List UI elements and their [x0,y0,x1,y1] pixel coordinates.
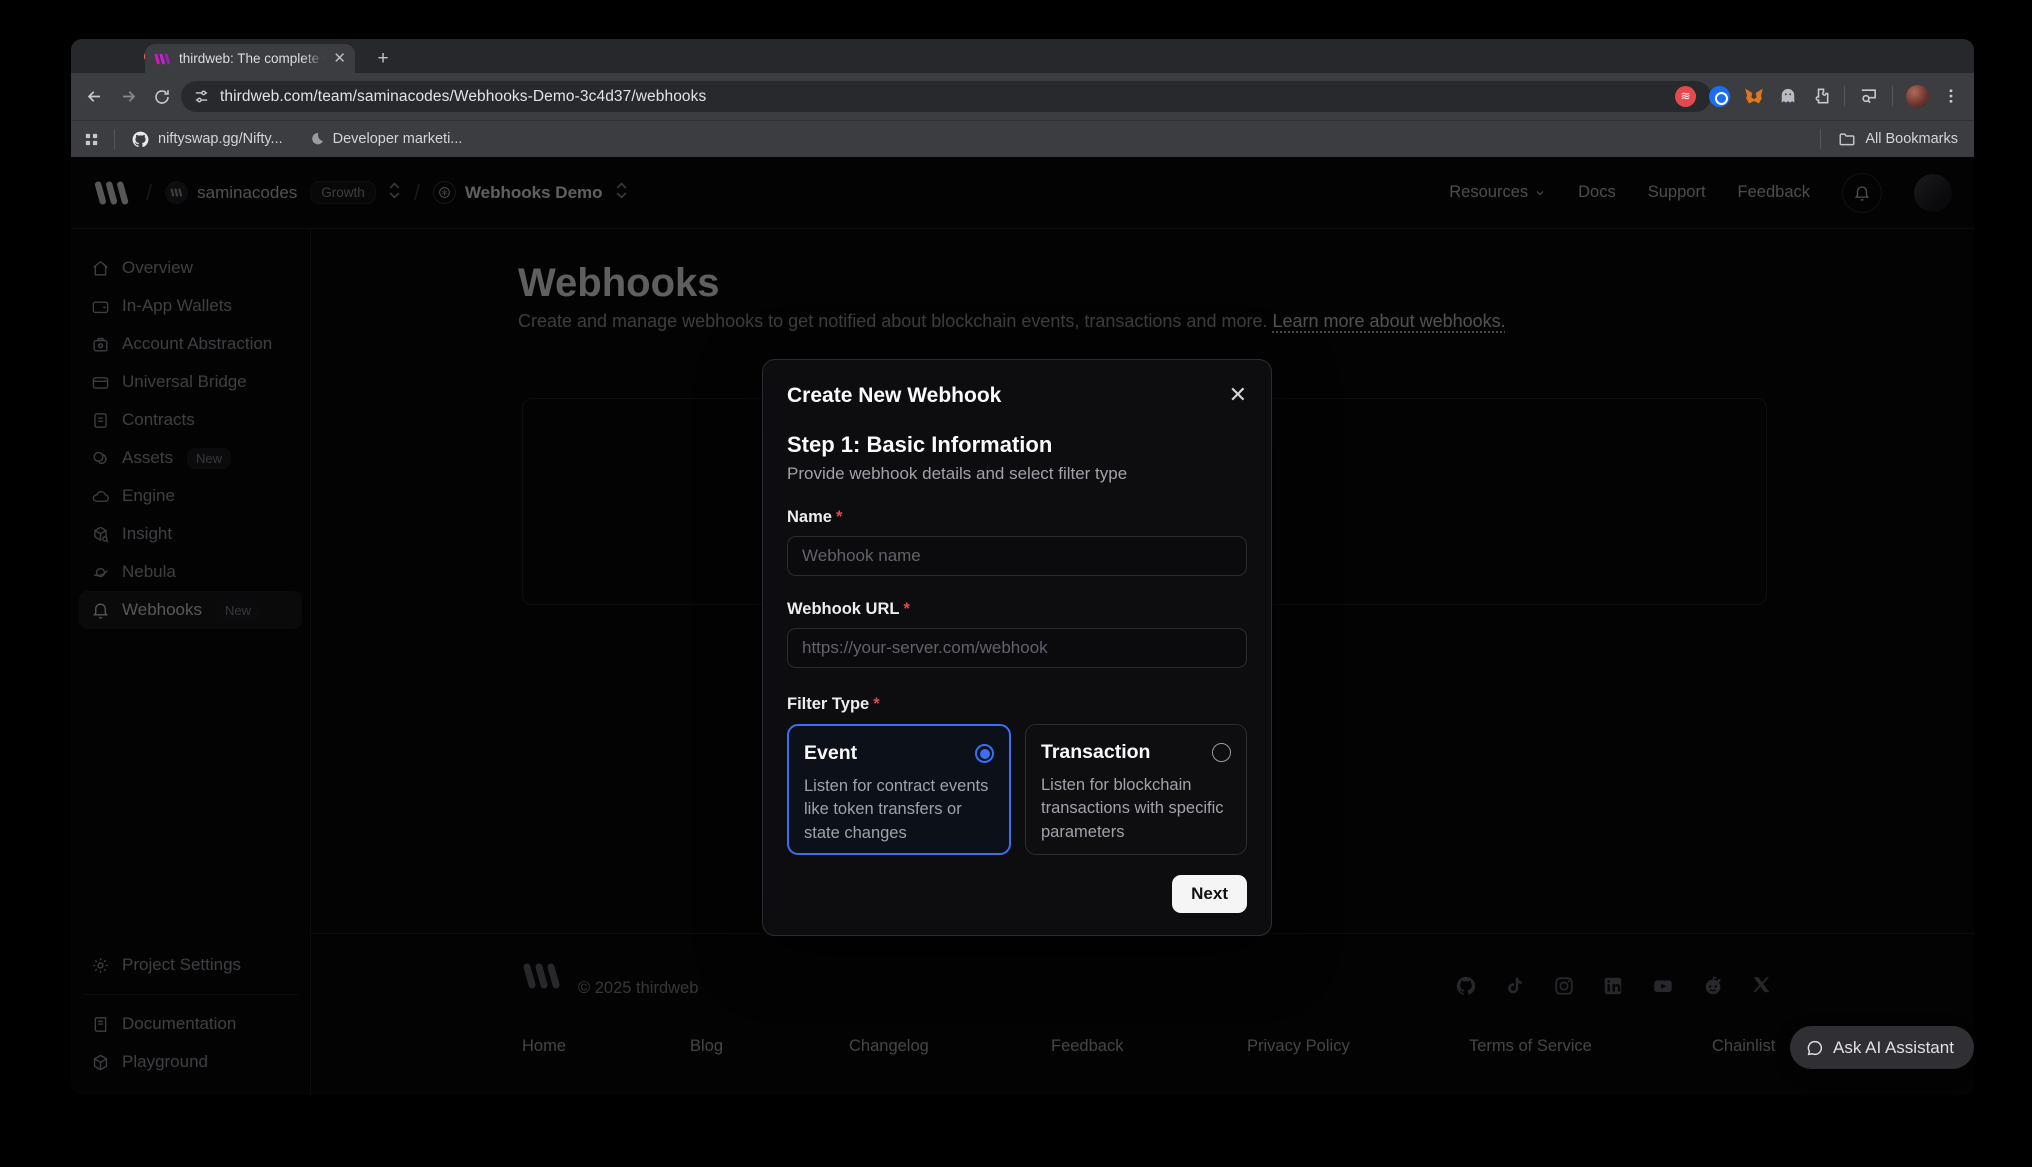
crescent-favicon [309,131,325,147]
filter-type-label: Filter Type* [787,695,1247,714]
browser-profile-avatar[interactable] [1906,85,1929,108]
filter-option-description: Listen for contract events like token tr… [804,775,994,845]
address-bar[interactable]: thirdweb.com/team/saminacodes/Webhooks-D… [181,81,1711,112]
required-marker: * [903,600,909,618]
metamask-icon[interactable] [1743,86,1765,107]
filter-type-options: Event Listen for contract events like to… [787,724,1247,855]
browser-menu-icon[interactable] [1942,86,1960,106]
browser-tab[interactable]: thirdweb: The complete web3 ✕ [145,44,355,73]
required-marker: * [836,508,842,526]
toolbar-divider [1892,86,1893,106]
modal-title: Create New Webhook [787,384,1001,408]
ask-ai-assistant-button[interactable]: Ask AI Assistant [1790,1026,1974,1069]
bookmarks-bar: niftyswap.gg/Nifty... Developer marketi.… [71,120,1974,157]
tab-search-icon[interactable] [1858,86,1879,106]
bookmarks-divider [114,129,115,149]
desktop-background: thirdweb: The complete web3 ✕ + thirdweb… [0,0,2032,1167]
filter-option-title: Event [804,742,857,765]
browser-tab-strip: thirdweb: The complete web3 ✕ + [71,39,1974,73]
next-button[interactable]: Next [1172,875,1247,913]
step-title: Step 1: Basic Information [787,432,1247,458]
apps-grid-icon[interactable] [83,131,100,148]
tab-title: thirdweb: The complete web3 [179,51,325,66]
filter-option-title: Transaction [1041,741,1150,764]
webhook-url-label: Webhook URL* [787,600,1247,619]
extensions-row [1675,79,1960,113]
new-tab-button[interactable]: + [371,47,395,71]
chat-bubble-icon [1806,1039,1824,1057]
filter-option-description: Listen for blockchain transactions with … [1041,774,1231,844]
thirdweb-dashboard: / saminacodes Growth / Webhooks Demo [71,157,1974,1095]
thirdweb-favicon [154,53,171,65]
modal-header: Create New Webhook ✕ [787,384,1247,408]
close-icon[interactable]: ✕ [1229,384,1247,406]
phantom-icon[interactable] [1778,86,1798,106]
all-bookmarks[interactable]: All Bookmarks [1820,129,1958,149]
tab-close-icon[interactable]: ✕ [333,51,346,66]
webhook-url-label-text: Webhook URL [787,600,899,618]
filter-type-label-text: Filter Type [787,695,869,713]
webhook-url-input[interactable] [787,628,1247,668]
github-favicon [131,130,150,149]
browser-window: thirdweb: The complete web3 ✕ + thirdweb… [71,39,1974,1095]
bookmarks-divider [1820,129,1821,149]
step-subtitle: Provide webhook details and select filte… [787,464,1247,484]
browser-toolbar: thirdweb.com/team/saminacodes/Webhooks-D… [71,73,1974,120]
reload-icon[interactable] [145,80,179,114]
extensions-puzzle-icon[interactable] [1811,86,1831,106]
extension-blue-icon[interactable] [1709,86,1730,107]
site-settings-icon[interactable] [193,88,210,105]
bookmark-label: niftyswap.gg/Nifty... [158,131,283,147]
filter-option-transaction[interactable]: Transaction Listen for blockchain transa… [1025,724,1247,855]
all-bookmarks-label: All Bookmarks [1865,131,1958,147]
ask-ai-assistant-label: Ask AI Assistant [1833,1038,1954,1058]
required-marker: * [873,695,879,713]
name-label: Name* [787,508,1247,527]
toolbar-divider [1844,86,1845,106]
url-text: thirdweb.com/team/saminacodes/Webhooks-D… [220,88,706,106]
bookmark-label: Developer marketi... [333,131,463,147]
extension-red-icon[interactable] [1675,86,1696,107]
bookmark-niftyswap[interactable]: niftyswap.gg/Nifty... [131,130,283,149]
folder-icon [1838,130,1856,148]
name-label-text: Name [787,508,832,526]
radio-selected-icon[interactable] [975,744,994,763]
forward-icon[interactable] [111,80,145,114]
create-webhook-modal: Create New Webhook ✕ Step 1: Basic Infor… [762,359,1272,936]
bookmark-developer-marketing[interactable]: Developer marketi... [309,131,463,147]
radio-unselected-icon[interactable] [1212,743,1231,762]
webhook-name-input[interactable] [787,536,1247,576]
back-icon[interactable] [77,80,111,114]
filter-option-event[interactable]: Event Listen for contract events like to… [787,724,1011,855]
modal-footer: Next [787,875,1247,913]
